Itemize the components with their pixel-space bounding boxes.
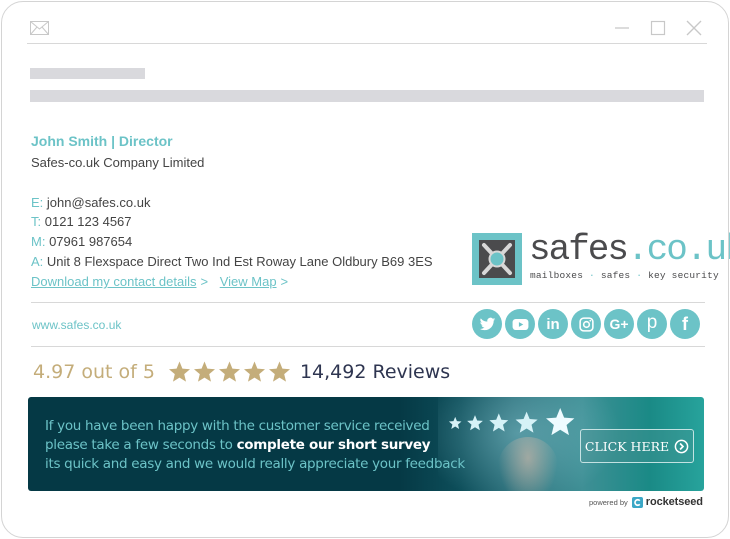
banner-line-2-bold: complete our short survey — [236, 437, 431, 453]
contact-telephone: T: 0121 123 4567 — [31, 214, 132, 229]
star-icon — [218, 361, 240, 382]
banner-line-1: If you have been happy with the customer… — [45, 418, 430, 434]
facebook-icon: f — [682, 314, 688, 334]
banner-line-3: its quick and easy and we would really a… — [45, 456, 465, 472]
tagline-separator: · — [589, 270, 595, 281]
banner-stars-graphic — [448, 408, 575, 436]
subject-placeholder — [30, 68, 145, 79]
signature-name-title: John Smith | Director — [31, 133, 173, 149]
youtube-icon — [512, 318, 528, 330]
twitter-icon — [479, 317, 495, 330]
social-icons: in G+ p f — [472, 309, 700, 339]
review-count: 14,492 Reviews — [299, 361, 451, 383]
signature-links: Download my contact details > View Map > — [31, 274, 296, 289]
company-logo[interactable]: safes.co.uk mailboxes · safes · key secu… — [472, 229, 730, 287]
view-map-link[interactable]: View Map — [220, 274, 277, 289]
close-button[interactable] — [685, 19, 703, 37]
title-divider — [27, 43, 707, 44]
linkedin-button[interactable]: in — [538, 309, 568, 339]
reviews-bar[interactable]: 4.97 out of 5 14,492 Reviews — [33, 360, 450, 384]
tagline-safes: safes — [600, 270, 631, 281]
survey-banner[interactable]: If you have been happy with the customer… — [28, 397, 704, 491]
rocketseed-brand: rocketseed — [645, 496, 703, 508]
youtube-button[interactable] — [505, 309, 535, 339]
email-value[interactable]: john@safes.co.uk — [47, 195, 151, 210]
star-icon — [168, 361, 190, 382]
star-icon — [268, 361, 290, 382]
powered-by-rocketseed[interactable]: powered by rocketseed — [589, 496, 703, 508]
logo-wordmark: safes.co.uk — [529, 229, 730, 270]
instagram-button[interactable] — [571, 309, 601, 339]
map-arrow: > — [280, 274, 289, 289]
powered-by-label: powered by — [589, 497, 628, 507]
google-plus-button[interactable]: G+ — [604, 309, 634, 339]
instagram-icon — [578, 316, 594, 332]
safe-dial-icon — [479, 240, 515, 278]
mobile-label: M: — [31, 234, 46, 249]
download-contact-link[interactable]: Download my contact details — [31, 274, 196, 289]
tagline-separator: · — [636, 270, 643, 281]
telephone-label: T: — [31, 214, 42, 229]
twitter-button[interactable] — [472, 309, 502, 339]
minimize-button[interactable] — [613, 19, 631, 37]
maximize-button[interactable] — [649, 19, 667, 37]
contact-address: A: Unit 8 Flexspace Direct Two Ind Est R… — [31, 254, 433, 269]
logo-name-main: safes — [529, 229, 629, 270]
linkedin-icon: in — [546, 315, 560, 333]
envelope-icon — [30, 21, 49, 35]
download-arrow: > — [200, 274, 209, 289]
address-label: A: — [31, 254, 44, 269]
pinterest-button[interactable]: p — [637, 309, 667, 339]
click-here-button[interactable]: CLICK HERE — [580, 429, 694, 463]
signature-company: Safes-co.uk Company Limited — [31, 155, 205, 170]
tagline-mailboxes: mailboxes — [530, 270, 584, 281]
body-placeholder — [30, 90, 704, 102]
email-label: E: — [31, 195, 44, 210]
mobile-value[interactable]: 07961 987654 — [49, 234, 132, 249]
rating-text: 4.97 out of 5 — [33, 361, 155, 383]
banner-line-2: please take a few seconds to complete ou… — [45, 436, 465, 455]
telephone-value[interactable]: 0121 123 4567 — [45, 214, 132, 229]
logo-name-accent: .co.uk — [627, 229, 730, 270]
banner-line-2-prefix: please take a few seconds to — [45, 437, 237, 453]
signature-divider-bottom — [31, 346, 705, 347]
contact-email: E: john@safes.co.uk — [31, 195, 150, 210]
signature-divider-top — [31, 302, 705, 303]
logo-tagline: mailboxes · safes · key security — [530, 270, 719, 281]
pinterest-icon: p — [646, 311, 658, 333]
website-link[interactable]: www.safes.co.uk — [32, 318, 121, 332]
logo-mark — [472, 233, 522, 285]
click-here-label: CLICK HERE — [584, 438, 670, 454]
google-plus-icon: G+ — [609, 316, 629, 332]
banner-hand-image — [498, 437, 558, 491]
rating-stars — [167, 360, 292, 384]
star-icon — [193, 361, 215, 382]
tagline-key-security: key security — [648, 270, 719, 281]
address-value: Unit 8 Flexspace Direct Two Ind Est Rowa… — [46, 254, 433, 269]
star-icon — [243, 361, 265, 382]
contact-mobile: M: 07961 987654 — [31, 234, 132, 249]
banner-message: If you have been happy with the customer… — [45, 417, 465, 474]
rocketseed-logo-icon — [631, 496, 643, 508]
chevron-right-circle-icon — [674, 439, 689, 453]
facebook-button[interactable]: f — [670, 309, 700, 339]
